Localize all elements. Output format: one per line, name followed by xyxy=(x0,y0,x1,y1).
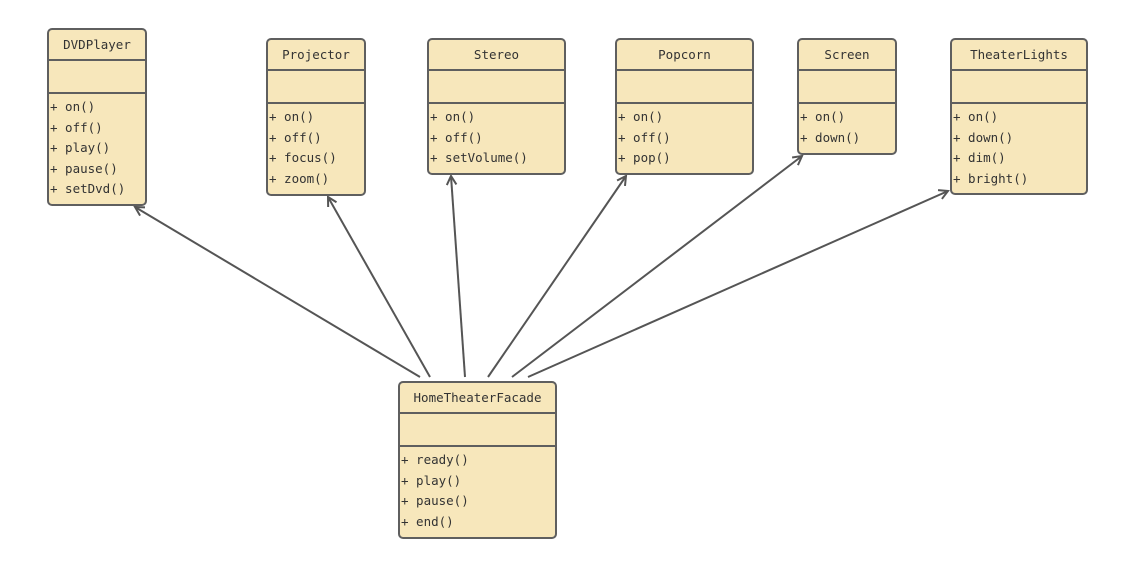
association-facade-to-lights xyxy=(527,189,950,378)
class-screen[interactable]: Screen + on() + down() xyxy=(797,38,897,155)
class-name: TheaterLights xyxy=(952,40,1086,71)
class-facade[interactable]: HomeTheaterFacade + ready() + play() + paus… xyxy=(398,381,557,539)
method: + off() xyxy=(50,119,103,135)
method: + on() xyxy=(269,109,315,124)
methods-compartment: + on() + off() + pop() xyxy=(617,104,752,169)
method: + off() xyxy=(618,129,671,145)
method: + ready() xyxy=(401,452,469,467)
method: + on() xyxy=(618,109,664,124)
association-facade-to-stereo xyxy=(445,173,466,378)
methods-compartment: + on() + down() + dim() + bright() xyxy=(952,104,1086,189)
attributes-compartment xyxy=(952,71,1086,104)
methods-compartment: + on() + off() + play() + pause() + setDvd() xyxy=(49,94,145,200)
method: + on() xyxy=(800,109,846,124)
method: + end() xyxy=(401,513,454,529)
association-facade-to-screen xyxy=(511,154,804,378)
method: + off() xyxy=(269,129,322,145)
method: + zoom() xyxy=(269,170,330,186)
association-facade-to-projector xyxy=(326,195,431,378)
class-lights[interactable]: TheaterLights + on() + down() + dim() + brig… xyxy=(950,38,1088,195)
attributes-compartment xyxy=(49,61,145,94)
attributes-compartment xyxy=(617,71,752,104)
method: + dim() xyxy=(953,150,1006,165)
association-facade-to-dvd xyxy=(133,205,421,378)
class-projector[interactable]: Projector + on() + off() + focus() + zoom() xyxy=(266,38,366,196)
methods-compartment: + on() + off() + setVolume() xyxy=(429,104,564,169)
method: + focus() xyxy=(269,150,337,165)
method: + setDvd() xyxy=(50,181,126,196)
class-stereo[interactable]: Stereo + on() + off() + setVolume() xyxy=(427,38,566,175)
class-name: Screen xyxy=(799,40,895,71)
method: + off() xyxy=(430,129,483,145)
method: + down() xyxy=(800,129,861,145)
method: + play() xyxy=(50,140,111,155)
method: + bright() xyxy=(953,170,1029,186)
class-name: Popcorn xyxy=(617,40,752,71)
class-name: DVDPlayer xyxy=(49,30,145,61)
method: + play() xyxy=(401,472,462,488)
attributes-compartment xyxy=(799,71,895,104)
class-name: Stereo xyxy=(429,40,564,71)
method: + setVolume() xyxy=(430,150,528,165)
class-dvd[interactable]: DVDPlayer + on() + off() + play() + pause() +… xyxy=(47,28,147,206)
attributes-compartment xyxy=(268,71,364,104)
association-facade-to-popcorn xyxy=(487,174,628,378)
methods-compartment: + ready() + play() + pause() + end() xyxy=(400,447,555,532)
method: + pop() xyxy=(618,150,671,165)
class-popcorn[interactable]: Popcorn + on() + off() + pop() xyxy=(615,38,754,175)
method: + pause() xyxy=(50,160,118,176)
class-name: Projector xyxy=(268,40,364,71)
method: + down() xyxy=(953,129,1014,145)
attributes-compartment xyxy=(429,71,564,104)
methods-compartment: + on() + off() + focus() + zoom() xyxy=(268,104,364,189)
method: + on() xyxy=(430,109,476,124)
method: + on() xyxy=(953,109,999,124)
attributes-compartment xyxy=(400,414,555,447)
methods-compartment: + on() + down() xyxy=(799,104,895,148)
method: + pause() xyxy=(401,493,469,508)
method: + on() xyxy=(50,99,96,114)
class-name: HomeTheaterFacade xyxy=(400,383,555,414)
